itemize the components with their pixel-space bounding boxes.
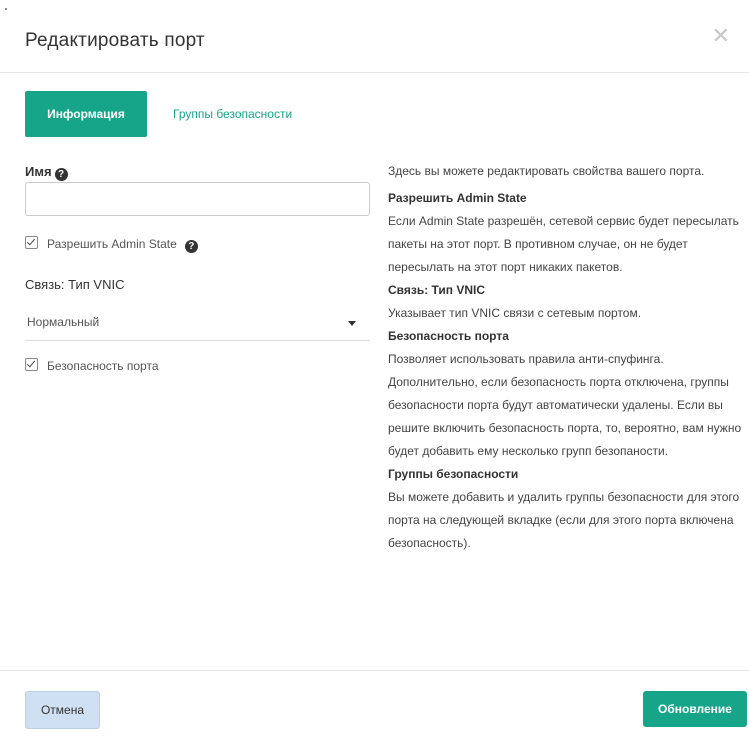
vnic-selected-value: Нормальный	[27, 315, 100, 329]
port-security-checkbox-row[interactable]: Безопасность порта	[25, 358, 159, 373]
port-security-checkbox[interactable]	[25, 358, 38, 371]
help-heading-vnic: Связь: Тип VNIC	[388, 283, 486, 297]
help-text-port-security: Позволяет использовать правила анти-спуф…	[388, 352, 742, 458]
modal-title: Редактировать порт	[25, 30, 205, 51]
edit-port-modal: Редактировать порт ✕ Информация Группы б…	[0, 0, 749, 735]
name-label-text: Имя	[25, 164, 52, 179]
name-label: Имя?	[25, 164, 68, 181]
name-input[interactable]	[25, 182, 370, 216]
update-button[interactable]: Обновление	[643, 691, 747, 727]
port-security-label: Безопасность порта	[47, 359, 159, 373]
help-text-security-groups: Вы можете добавить и удалить группы безо…	[388, 490, 740, 550]
help-heading-port-security: Безопасность порта	[388, 329, 509, 343]
help-text-vnic: Указывает тип VNIC связи с сетевым порто…	[388, 306, 642, 320]
admin-state-checkbox-row[interactable]: Разрешить Admin State?	[25, 236, 198, 253]
help-heading-security-groups: Группы безопасности	[388, 467, 519, 481]
tab-information[interactable]: Информация	[25, 91, 147, 137]
help-text-admin-state: Если Admin State разрешён, сетевой серви…	[388, 214, 739, 274]
caret-down-icon	[348, 321, 356, 326]
help-panel: Здесь вы можете редактировать свойства в…	[388, 160, 744, 555]
vnic-label: Связь: Тип VNIC	[25, 277, 125, 292]
help-icon[interactable]: ?	[54, 168, 68, 181]
help-heading-admin-state: Разрешить Admin State	[388, 191, 527, 205]
close-icon[interactable]: ✕	[712, 25, 730, 47]
modal-footer: Отмена Обновление	[0, 670, 749, 736]
vnic-type-select[interactable]: Нормальный	[25, 304, 370, 341]
help-icon[interactable]: ?	[184, 240, 198, 253]
tab-security-groups[interactable]: Группы безопасности	[153, 91, 312, 137]
admin-state-label: Разрешить Admin State	[47, 237, 177, 251]
cancel-button[interactable]: Отмена	[25, 691, 100, 729]
help-intro: Здесь вы можете редактировать свойства в…	[388, 164, 705, 178]
admin-state-checkbox[interactable]	[25, 236, 38, 249]
modal-header: Редактировать порт ✕	[0, 0, 749, 73]
